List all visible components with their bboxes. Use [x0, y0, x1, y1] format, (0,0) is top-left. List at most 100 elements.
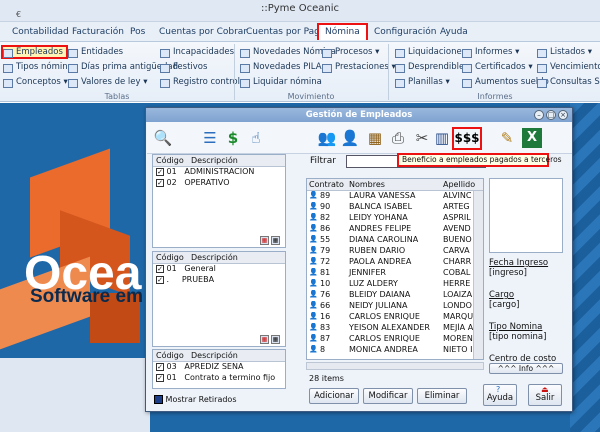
checkbox[interactable] [154, 395, 163, 404]
table-row[interactable]: 👤 16 CARLOS ENRIQUE MARQU [307, 312, 483, 323]
mostrar-retirados-toggle[interactable]: Mostrar Retirados [154, 395, 284, 408]
table-row[interactable]: 👤 90 BALNCA ISABEL ARTEG [307, 202, 483, 213]
printer-icon [395, 49, 405, 58]
ribbon-entidades-button[interactable]: Entidades [68, 47, 123, 61]
table-icon [68, 79, 78, 88]
select-all-icon[interactable]: ▦ [271, 236, 280, 245]
table-row[interactable]: 👤 79 RUBEN DARIO CARVA [307, 246, 483, 257]
hand-icon[interactable]: ☝ [246, 128, 266, 148]
list-item[interactable]: ✓ 01 General [153, 264, 285, 275]
vertical-scrollbar[interactable] [473, 191, 483, 359]
list-item[interactable]: ✓ 01 ADMINISTRACION [153, 167, 285, 178]
search-icon[interactable]: 🔍 [153, 128, 173, 148]
info-button[interactable]: ^^^ Info ^^^ [489, 363, 563, 374]
ribbon-tipos-nomina-button[interactable]: Tipos nómina [3, 62, 73, 76]
employee-icon: 👤 [309, 334, 318, 342]
checkbox[interactable]: ✓ [156, 373, 164, 382]
table-row[interactable]: 👤 89 LAURA VANESSA ALVINC [307, 191, 483, 202]
dialog-toolbar: 🔍 ☰ $ ☝ 👥 👤 ▦ ⎙ ✂ ▥ $$$ ✎ X [147, 122, 572, 154]
ribbon-certificados-button[interactable]: Certificados ▾ [462, 62, 533, 76]
ribbon-vencimiento-button[interactable]: Vencimiento co [537, 62, 600, 76]
ribbon-empleados-button[interactable]: Empleados [1, 45, 68, 59]
close-icon[interactable]: × [558, 110, 568, 120]
tab-ayuda[interactable]: Ayuda [434, 25, 474, 42]
modificar-button[interactable]: Modificar [363, 388, 413, 404]
ribbon-valores-ley-button[interactable]: Valores de ley ▾ [68, 77, 148, 91]
ribbon-novedades-pila-button[interactable]: Novedades PILA [240, 62, 322, 76]
ayuda-button[interactable]: ? Ayuda [483, 384, 517, 406]
tab-pos[interactable]: Pos [124, 25, 151, 42]
table-row[interactable]: 👤 81 JENNIFER COBAL [307, 268, 483, 279]
ribbon-aumentos-sueldo-button[interactable]: Aumentos sueldo [462, 77, 549, 91]
cabinet-icon[interactable]: ▦ [365, 128, 385, 148]
deselect-all-icon[interactable]: ▦ [260, 236, 269, 245]
list-item[interactable]: ✓ . PRUEBA [153, 275, 285, 286]
ribbon-registro-control-button[interactable]: Registro control [160, 77, 240, 91]
table-row[interactable]: 👤 55 DIANA CAROLINA BUENO [307, 235, 483, 246]
table-row[interactable]: 👤 72 PAOLA ANDREA CHARR [307, 257, 483, 268]
ribbon-festivos-button[interactable]: Festivos [160, 62, 207, 76]
cost-center-panel: Código Descripción ✓ 01 ADMINISTRACION ✓ … [152, 154, 286, 248]
maximize-icon[interactable]: □ [546, 110, 556, 120]
column-header-contrato[interactable]: Contrato [309, 180, 344, 189]
table-row[interactable]: 👤 86 ANDRES FELIPE AVEND [307, 224, 483, 235]
ribbon-informes-button[interactable]: Informes ▾ [462, 47, 519, 61]
printer-icon[interactable]: ⎙ [388, 128, 408, 148]
tab-facturacion[interactable]: Facturación [66, 25, 130, 42]
export-icon[interactable]: ✎ [497, 128, 517, 148]
checkbox[interactable]: ✓ [156, 264, 164, 273]
cell-nombres: BALNCA ISABEL [349, 202, 413, 211]
list-icon[interactable]: ☰ [200, 128, 220, 148]
checkbox[interactable]: ✓ [156, 178, 164, 187]
tipo-nomina-value: [tipo nomina] [489, 332, 547, 342]
tools-icon[interactable]: ✂ [412, 128, 432, 148]
table-row[interactable]: 👤 10 LUZ ALDERY HERRE [307, 279, 483, 290]
ribbon-planillas-button[interactable]: Planillas ▾ [395, 77, 450, 91]
adicionar-button[interactable]: Adicionar [309, 388, 359, 404]
list-item[interactable]: ✓ 01 Contrato a termino fijo [153, 373, 285, 384]
table-row[interactable]: 👤 82 LEIDY YOHANA ASPRIL [307, 213, 483, 224]
select-all-icon[interactable]: ▦ [271, 335, 280, 344]
ribbon-procesos-button[interactable]: Procesos ▾ [322, 47, 379, 61]
ribbon-desprendibles-button[interactable]: Desprendibles [395, 62, 469, 76]
checkbox[interactable]: ✓ [156, 362, 164, 371]
list-item[interactable]: ✓ 03 APREDIZ SENA [153, 362, 285, 373]
column-header-apellido[interactable]: Apellido [443, 180, 475, 189]
ribbon-prestaciones-button[interactable]: Prestaciones ▾ [322, 62, 396, 76]
eliminar-button[interactable]: Eliminar [417, 388, 467, 404]
tab-configuracion[interactable]: Configuración [368, 25, 442, 42]
column-header-nombres[interactable]: Nombres [349, 180, 385, 189]
users-icon[interactable]: 👥 [317, 128, 337, 148]
ribbon-conceptos-button[interactable]: Conceptos ▾ [3, 77, 68, 91]
employee-icon: 👤 [309, 235, 318, 243]
table-row[interactable]: 👤 87 CARLOS ENRIQUE MOREN [307, 334, 483, 345]
ribbon-consultas-sql-button[interactable]: Consultas SQL [537, 77, 600, 91]
tab-cuentas-cobrar[interactable]: Cuentas por Cobrar [153, 25, 253, 42]
table-row[interactable]: 👤 83 YEISON ALEXANDER MEJÍA A [307, 323, 483, 334]
table-row[interactable]: 👤 76 BLEIDY DAIANA LOAIZA [307, 290, 483, 301]
books-icon[interactable]: ▥ [432, 128, 452, 148]
tab-nomina[interactable]: Nómina [317, 23, 368, 40]
list-item[interactable]: ✓ 02 OPERATIVO [153, 178, 285, 189]
table-icon [160, 49, 170, 58]
ribbon-liquidaciones-button[interactable]: Liquidaciones [395, 47, 466, 61]
table-row[interactable]: 👤 8 MONICA ANDREA NIETO I [307, 345, 483, 356]
ribbon-incapacidades-button[interactable]: Incapacidades [160, 47, 234, 61]
third-party-benefits-icon[interactable]: $$$ [452, 127, 482, 150]
deselect-all-icon[interactable]: ▦ [260, 335, 269, 344]
ribbon-listados-button[interactable]: Listados ▾ [537, 47, 592, 61]
checkbox[interactable]: ✓ [156, 167, 164, 176]
salir-button[interactable]: ⏏ Salir [528, 384, 562, 406]
person-icon[interactable]: 👤 [340, 128, 360, 148]
checkbox[interactable]: ✓ [156, 275, 164, 284]
excel-icon[interactable]: X [522, 128, 542, 148]
cell-apellido: ALVINC [443, 191, 472, 200]
cell-contrato: 81 [320, 268, 331, 277]
printer-icon [537, 49, 547, 58]
table-row[interactable]: 👤 66 NEIDY JULIANA LONDO [307, 301, 483, 312]
tab-contabilidad[interactable]: Contabilidad [6, 25, 75, 42]
minimize-icon[interactable]: – [534, 110, 544, 120]
dollar-icon[interactable]: $ [223, 128, 243, 148]
horizontal-scrollbar[interactable] [306, 362, 484, 370]
ribbon-liquidar-nomina-button[interactable]: Liquidar nómina [240, 77, 322, 91]
